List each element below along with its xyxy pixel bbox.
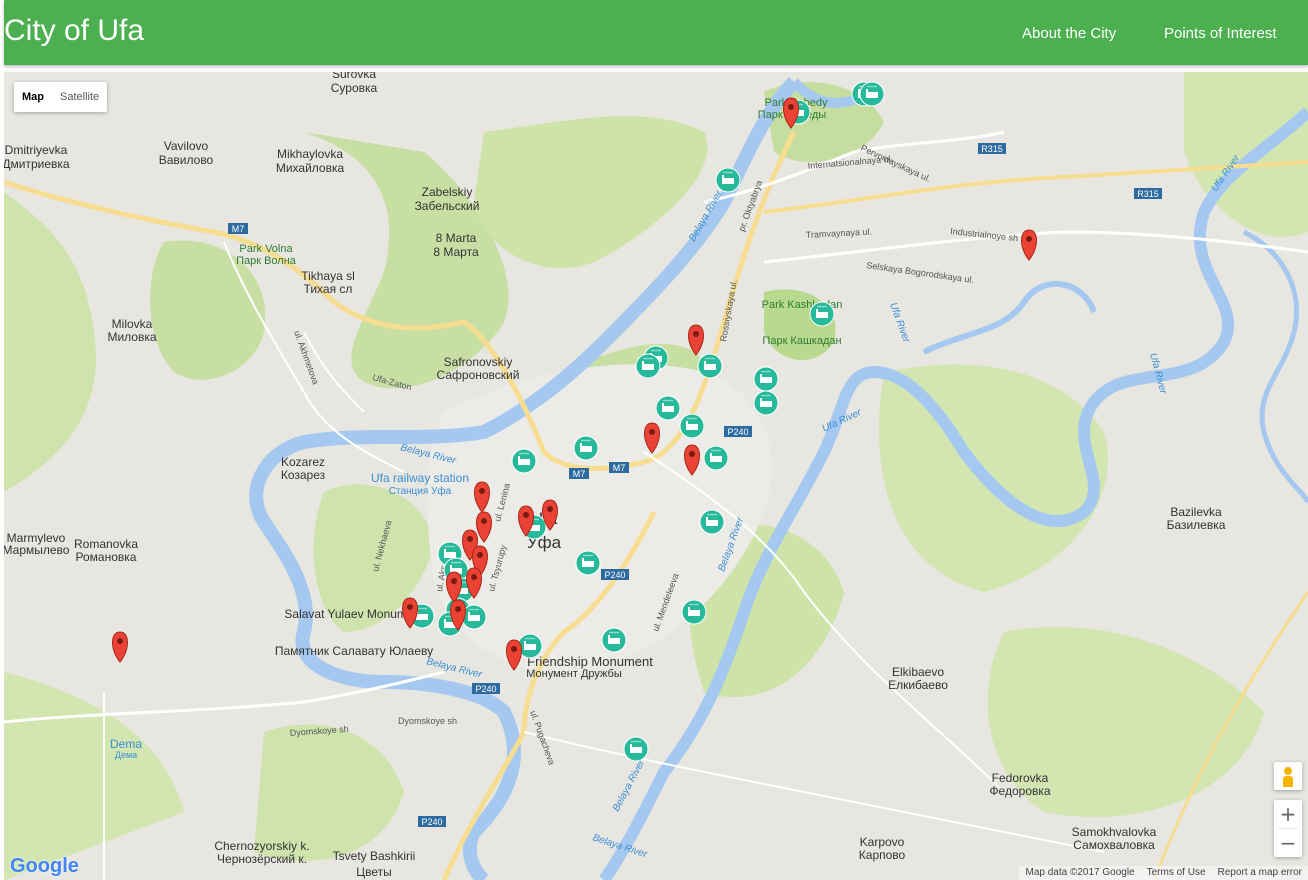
road-shield-m7-city: M7 [573, 469, 586, 479]
label-park-volna: Park Volna [239, 243, 293, 255]
hotel-marker[interactable] [681, 599, 707, 625]
hotel-marker[interactable] [715, 167, 741, 193]
label-elkibaevo: Elkibaevo [892, 665, 944, 679]
road-shield-m7-west: M7 [232, 224, 245, 234]
road-shield-p240-4: P240 [421, 817, 442, 827]
label-8-marta: 8 Marta [436, 231, 477, 245]
hotel-marker[interactable] [573, 435, 599, 461]
hotel-marker[interactable] [753, 390, 779, 416]
google-logo-text: Google [10, 855, 79, 877]
label-railway-station-ru: Станция Уфа [389, 485, 452, 497]
label-tsvety-bashkirii: Tsvety Bashkirii [333, 849, 416, 863]
zoom-in-button[interactable]: + [1274, 800, 1302, 828]
road-shield-r315-east: R315 [1137, 189, 1159, 199]
road-shield-r315: R315 [981, 144, 1003, 154]
hotel-marker[interactable] [623, 736, 649, 762]
label-mikhaylovka-ru: Михайловка [276, 161, 345, 175]
label-tikhaya-sl: Tikhaya sl [301, 269, 355, 283]
label-8-marta-ru: 8 Марта [433, 245, 479, 259]
label-friendship-monument-ru: Монумент Дружбы [526, 668, 622, 680]
pegman-icon [1284, 767, 1292, 775]
label-romanovka-ru: Романовка [76, 550, 137, 564]
hotel-marker[interactable] [753, 366, 779, 392]
label-elkibaevo-ru: Елкибаево [888, 678, 948, 692]
label-samokhvalovka-ru: Самохваловка [1073, 838, 1155, 852]
google-logo[interactable]: Google [10, 855, 79, 878]
label-safronovskiy-ru: Сафроновский [437, 368, 520, 382]
hotel-marker[interactable] [679, 413, 705, 439]
road-shield-p240: P240 [727, 427, 748, 437]
label-bazilevka: Bazilevka [1170, 505, 1222, 519]
label-tsvety-ru: Цветы [356, 865, 392, 879]
label-milovka-ru: Миловка [107, 330, 156, 344]
label-milovka: Milovka [112, 317, 153, 331]
label-zabelskiy-ru: Забельский [415, 199, 480, 213]
map-type-control: Map Satellite [14, 82, 108, 112]
label-park-volna-ru: Парк Волна [236, 255, 297, 267]
hotel-marker[interactable] [809, 301, 835, 327]
hotel-marker[interactable] [511, 448, 537, 474]
label-karpovo: Karpovo [860, 835, 905, 849]
label-samokhvalovka: Samokhvalovka [1072, 825, 1157, 839]
road-shield-m7-city-2: M7 [613, 463, 626, 473]
hotel-marker[interactable] [699, 509, 725, 535]
label-chernozyorskiy: Chernozyorskiy k. [214, 839, 309, 853]
label-safronovskiy: Safronovskiy [444, 355, 513, 369]
map-footer: Map data ©2017 Google Terms of Use Repor… [1019, 866, 1308, 880]
label-friendship-monument: Friendship Monument [527, 654, 653, 669]
map-canvas[interactable]: ***** [4, 72, 1308, 880]
label-vavilovo-ru: Вавилово [159, 153, 214, 167]
hotel-marker[interactable] [655, 395, 681, 421]
label-dema-ru: Дема [115, 750, 137, 760]
hotel-marker[interactable] [859, 81, 885, 107]
report-map-error-link[interactable]: Report a map error [1212, 866, 1308, 880]
label-park-kashkadan-ru: Парк Кашкадан [762, 335, 841, 347]
hotel-marker[interactable] [601, 627, 627, 653]
label-kozarez-ru: Козарез [281, 468, 326, 482]
label-fedorovka-ru: Федоровка [989, 784, 1050, 798]
label-kozarez: Kozarez [281, 455, 325, 469]
label-mikhaylovka: Mikhaylovka [277, 147, 343, 161]
label-fedorovka: Fedorovka [992, 771, 1049, 785]
label-vavilovo: Vavilovo [164, 139, 209, 153]
label-dema: Dema [110, 737, 142, 751]
hotel-marker[interactable] [635, 353, 661, 379]
label-surovka: Surovka [332, 72, 376, 81]
label-dmitriyevka: Dmitriyevka [5, 143, 68, 157]
zoom-out-button[interactable]: − [1274, 829, 1302, 857]
hotel-marker[interactable] [697, 353, 723, 379]
map-graphic: ***** [4, 72, 1308, 880]
nav-points-of-interest[interactable]: Points of Interest [1164, 25, 1277, 42]
road-shield-p240-2: P240 [604, 570, 625, 580]
label-zabelskiy: Zabelskiy [422, 185, 473, 199]
label-bazilevka-ru: Базилевка [1167, 518, 1226, 532]
nav-about-city[interactable]: About the City [1022, 25, 1116, 42]
label-marmylevo-ru: Мармылево [4, 543, 70, 557]
zoom-control: + − [1274, 800, 1302, 857]
map-type-map-button[interactable]: Map [14, 82, 52, 112]
label-dmitriyevka-ru: Дмитриевка [4, 157, 70, 171]
map-data-attribution: Map data ©2017 Google [1025, 867, 1135, 878]
label-tikhaya-sl-ru: Тихая сл [304, 282, 353, 296]
map-type-satellite-button[interactable]: Satellite [52, 82, 107, 112]
road-shield-p240-3: P240 [475, 684, 496, 694]
label-karpovo-ru: Карпово [859, 848, 906, 862]
brand-title[interactable]: City of Ufa [4, 14, 144, 48]
label-dyomskoye-sh-1: Dyomskoye sh [398, 716, 457, 726]
street-view-pegman[interactable] [1274, 762, 1302, 790]
hotel-marker[interactable] [703, 445, 729, 471]
label-surovka-ru: Суровка [331, 81, 378, 95]
label-chernozyorskiy-ru: Чернозёрский к. [217, 852, 307, 866]
navbar: City of Ufa About the City Points of Int… [4, 0, 1308, 65]
label-romanovka: Romanovka [74, 537, 138, 551]
label-salavat-yulaev-ru: Памятник Салавату Юлаеву [275, 644, 433, 658]
label-railway-station: Ufa railway station [371, 471, 469, 485]
hotel-marker[interactable] [575, 550, 601, 576]
terms-of-use-link[interactable]: Terms of Use [1141, 866, 1212, 880]
